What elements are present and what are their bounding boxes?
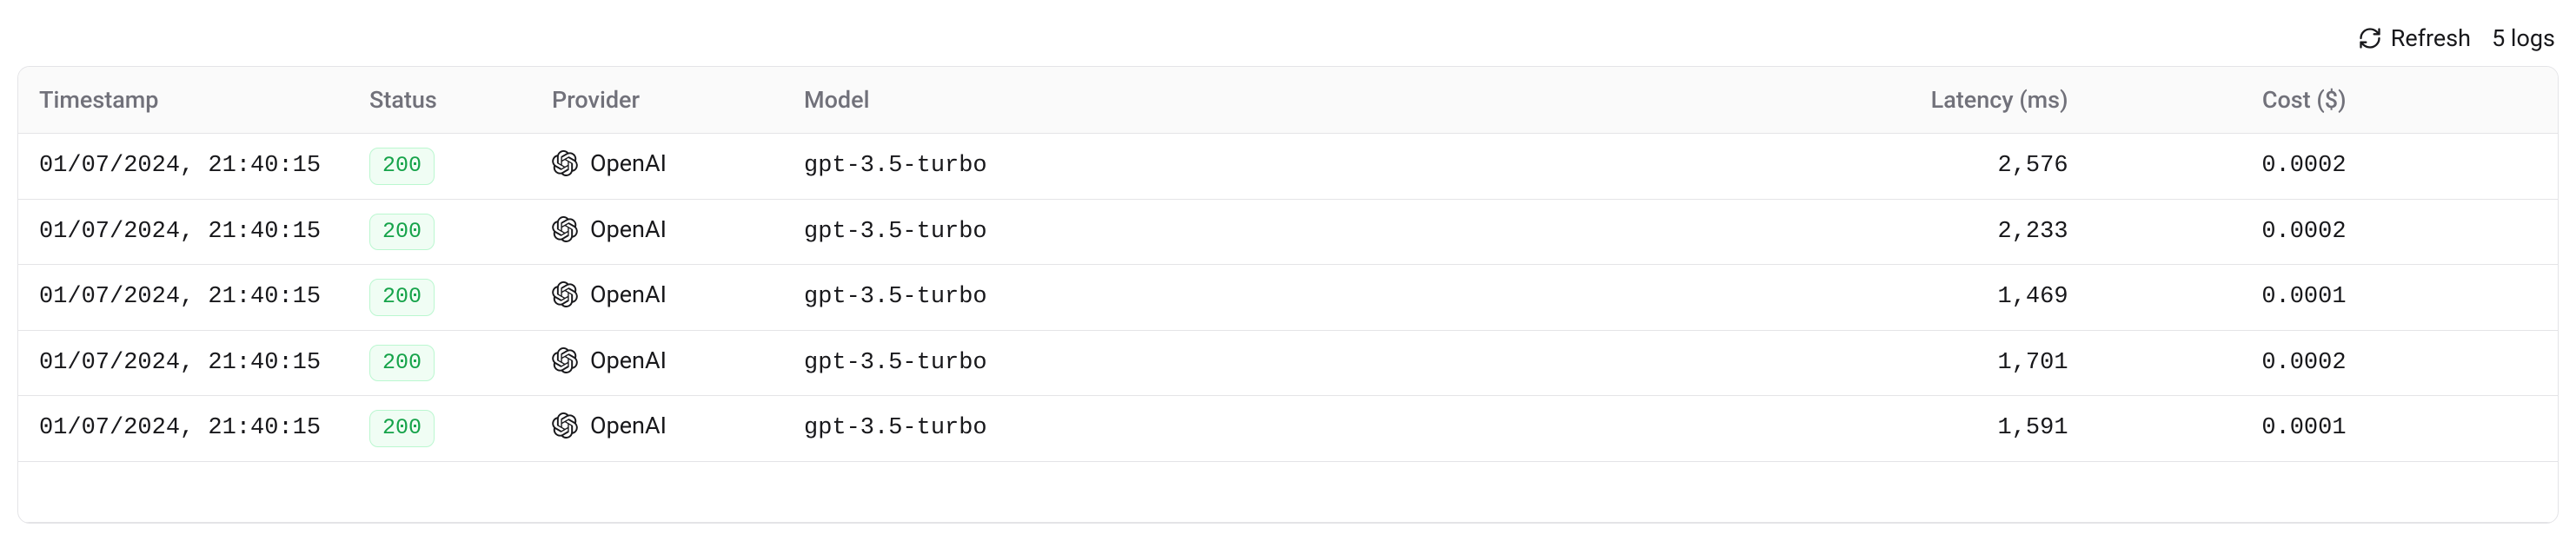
header-model[interactable]: Model — [783, 67, 1811, 134]
cell-provider: OpenAI — [531, 396, 783, 462]
cell-timestamp: 01/07/2024, 21:40:15 — [18, 265, 349, 331]
cell-spacer — [2367, 396, 2558, 462]
header-spacer — [2367, 67, 2558, 134]
status-badge: 200 — [369, 148, 435, 185]
header-provider[interactable]: Provider — [531, 67, 783, 134]
cell-model: gpt-3.5-turbo — [783, 199, 1811, 265]
refresh-icon — [2358, 26, 2382, 50]
cell-latency: 2,576 — [1811, 134, 2089, 200]
cell-provider: OpenAI — [531, 134, 783, 200]
logs-table-container: Timestamp Status Provider Model Latency … — [17, 66, 2559, 524]
cell-status: 200 — [349, 199, 531, 265]
openai-icon — [552, 412, 578, 439]
cell-timestamp: 01/07/2024, 21:40:15 — [18, 134, 349, 200]
table-body: 01/07/2024, 21:40:15 200 OpenAI gpt-3.5-… — [18, 134, 2558, 523]
cell-cost: 0.0001 — [2089, 265, 2367, 331]
table-row[interactable]: 01/07/2024, 21:40:15 200 OpenAI gpt-3.5-… — [18, 330, 2558, 396]
openai-icon — [552, 150, 578, 176]
header-status[interactable]: Status — [349, 67, 531, 134]
cell-spacer — [2367, 330, 2558, 396]
empty-row — [18, 461, 2558, 522]
refresh-button[interactable]: Refresh — [2358, 24, 2471, 52]
cell-timestamp: 01/07/2024, 21:40:15 — [18, 199, 349, 265]
table-row[interactable]: 01/07/2024, 21:40:15 200 OpenAI gpt-3.5-… — [18, 199, 2558, 265]
cell-model: gpt-3.5-turbo — [783, 330, 1811, 396]
cell-model: gpt-3.5-turbo — [783, 265, 1811, 331]
provider-name: OpenAI — [590, 280, 667, 308]
cell-cost: 0.0002 — [2089, 199, 2367, 265]
cell-spacer — [2367, 199, 2558, 265]
cell-latency: 2,233 — [1811, 199, 2089, 265]
openai-icon — [552, 216, 578, 242]
openai-icon — [552, 347, 578, 373]
cell-cost: 0.0002 — [2089, 330, 2367, 396]
cell-provider: OpenAI — [531, 265, 783, 331]
cell-spacer — [2367, 134, 2558, 200]
cell-provider: OpenAI — [531, 330, 783, 396]
openai-icon — [552, 281, 578, 307]
cell-model: gpt-3.5-turbo — [783, 134, 1811, 200]
provider-name: OpenAI — [590, 149, 667, 177]
provider-name: OpenAI — [590, 346, 667, 374]
cell-model: gpt-3.5-turbo — [783, 396, 1811, 462]
cell-cost: 0.0002 — [2089, 134, 2367, 200]
cell-status: 200 — [349, 134, 531, 200]
table-row[interactable]: 01/07/2024, 21:40:15 200 OpenAI gpt-3.5-… — [18, 134, 2558, 200]
logs-table: Timestamp Status Provider Model Latency … — [18, 67, 2558, 523]
table-row[interactable]: 01/07/2024, 21:40:15 200 OpenAI gpt-3.5-… — [18, 265, 2558, 331]
status-badge: 200 — [369, 214, 435, 251]
cell-status: 200 — [349, 265, 531, 331]
toolbar: Refresh 5 logs — [17, 17, 2559, 66]
status-badge: 200 — [369, 410, 435, 447]
cell-spacer — [2367, 265, 2558, 331]
refresh-label: Refresh — [2391, 24, 2471, 52]
cell-status: 200 — [349, 396, 531, 462]
log-count: 5 logs — [2492, 24, 2555, 52]
provider-name: OpenAI — [590, 412, 667, 439]
cell-timestamp: 01/07/2024, 21:40:15 — [18, 396, 349, 462]
cell-latency: 1,701 — [1811, 330, 2089, 396]
header-timestamp[interactable]: Timestamp — [18, 67, 349, 134]
header-latency[interactable]: Latency (ms) — [1811, 67, 2089, 134]
cell-provider: OpenAI — [531, 199, 783, 265]
cell-latency: 1,469 — [1811, 265, 2089, 331]
status-badge: 200 — [369, 279, 435, 316]
table-row[interactable]: 01/07/2024, 21:40:15 200 OpenAI gpt-3.5-… — [18, 396, 2558, 462]
cell-cost: 0.0001 — [2089, 396, 2367, 462]
table-header: Timestamp Status Provider Model Latency … — [18, 67, 2558, 134]
cell-timestamp: 01/07/2024, 21:40:15 — [18, 330, 349, 396]
cell-status: 200 — [349, 330, 531, 396]
status-badge: 200 — [369, 345, 435, 382]
header-cost[interactable]: Cost ($) — [2089, 67, 2367, 134]
cell-latency: 1,591 — [1811, 396, 2089, 462]
provider-name: OpenAI — [590, 215, 667, 243]
